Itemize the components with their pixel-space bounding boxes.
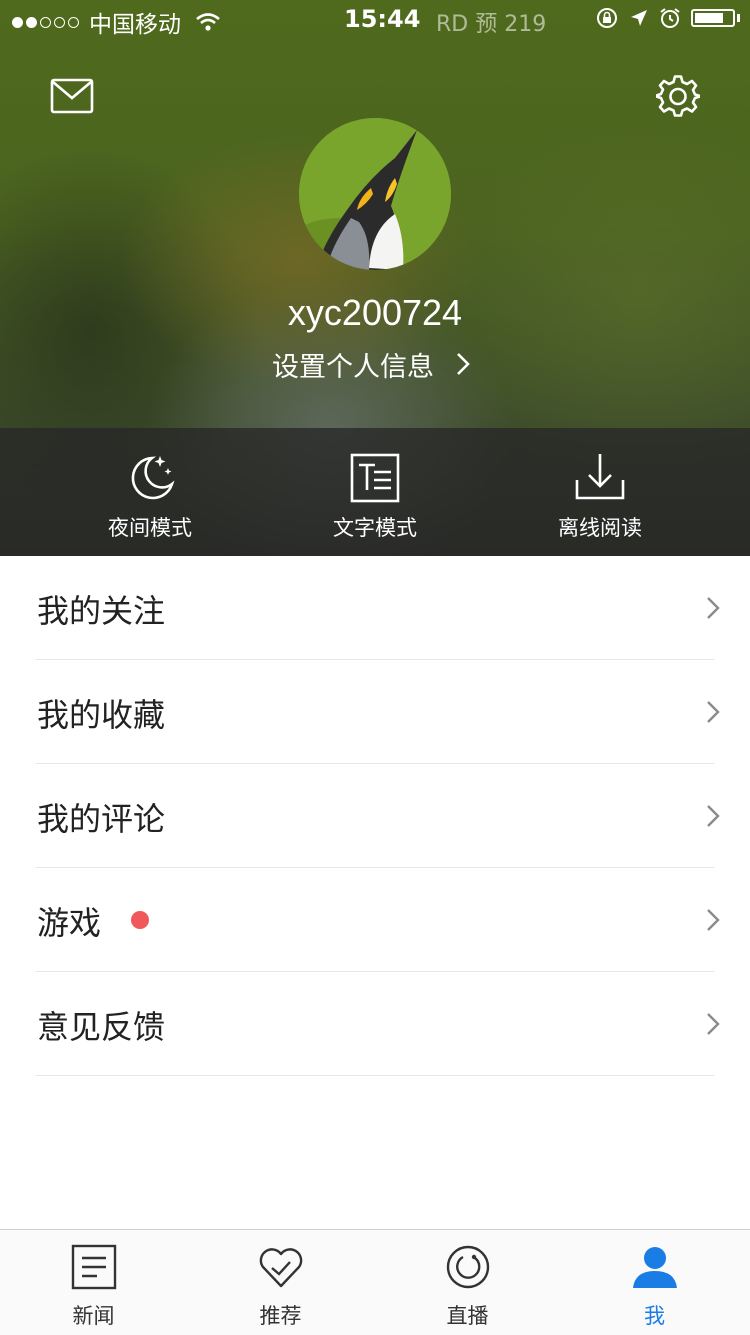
rotation-lock-icon: [597, 8, 617, 28]
chevron-right-icon: [707, 597, 720, 619]
text-mode-button[interactable]: 文字模式: [250, 428, 500, 556]
offline-reading-label: 离线阅读: [558, 516, 642, 540]
notification-dot: [131, 911, 149, 929]
chevron-right-icon: [707, 1013, 720, 1035]
chevron-right-icon: [456, 352, 470, 376]
tab-me[interactable]: 我: [561, 1230, 748, 1335]
tab-label: 直播: [446, 1304, 489, 1328]
tab-bar: 新闻 推荐 直播 我: [0, 1229, 750, 1335]
menu-item-label: 我的评论: [37, 800, 166, 838]
text-mode-label: 文字模式: [333, 516, 417, 540]
gear-icon[interactable]: [656, 74, 700, 118]
status-extra: RD 预 219: [436, 12, 547, 37]
status-time: 15:44: [344, 5, 421, 33]
battery-icon: [691, 9, 735, 27]
tab-label: 我: [644, 1304, 665, 1328]
mode-toolbar: 夜间模式 文字模式 离线阅读: [0, 428, 750, 556]
mail-icon[interactable]: [50, 78, 94, 114]
tab-live[interactable]: 直播: [374, 1230, 561, 1335]
night-mode-button[interactable]: 夜间模式: [25, 428, 275, 556]
profile-header: 中国移动 15:44 RD 预 219 xyc200724 设置个人信息 夜间模…: [0, 0, 750, 556]
menu-item-following[interactable]: 我的关注: [0, 556, 750, 660]
tab-label: 推荐: [259, 1304, 302, 1328]
menu-item-label: 意见反馈: [37, 1008, 166, 1046]
menu-item-label: 游戏: [37, 904, 102, 942]
chevron-right-icon: [707, 909, 720, 931]
night-mode-label: 夜间模式: [108, 516, 192, 540]
tab-news[interactable]: 新闻: [0, 1230, 187, 1335]
edit-profile-label: 设置个人信息: [272, 351, 434, 383]
moon-icon: [131, 456, 175, 500]
download-icon: [575, 454, 625, 500]
status-bar: 中国移动 15:44 RD 预 219: [0, 0, 750, 40]
tab-label: 新闻: [72, 1304, 115, 1328]
heart-check-icon: [259, 1248, 302, 1288]
news-icon: [71, 1244, 116, 1290]
menu-item-favorites[interactable]: 我的收藏: [0, 660, 750, 764]
menu-item-feedback[interactable]: 意见反馈: [0, 972, 750, 1076]
menu-item-label: 我的收藏: [37, 696, 166, 734]
menu-list: 我的关注 我的收藏 我的评论 游戏 意见反馈: [0, 556, 750, 1076]
text-mode-icon: [350, 453, 400, 503]
offline-reading-button[interactable]: 离线阅读: [475, 428, 725, 556]
signal-icon: [12, 16, 79, 28]
chevron-right-icon: [707, 805, 720, 827]
penguin-avatar-image: [299, 118, 451, 270]
menu-item-games[interactable]: 游戏: [0, 868, 750, 972]
avatar[interactable]: [299, 118, 451, 270]
location-icon: [631, 10, 647, 26]
tab-recommend[interactable]: 推荐: [187, 1230, 374, 1335]
user-icon: [632, 1247, 677, 1288]
chevron-right-icon: [707, 701, 720, 723]
menu-item-label: 我的关注: [37, 592, 166, 630]
carrier-name: 中国移动: [89, 12, 181, 38]
menu-item-comments[interactable]: 我的评论: [0, 764, 750, 868]
username: xyc200724: [287, 292, 463, 333]
live-icon: [446, 1245, 489, 1289]
edit-profile-link[interactable]: 设置个人信息: [272, 344, 470, 384]
wifi-icon: [196, 13, 220, 31]
alarm-icon: [660, 8, 680, 28]
